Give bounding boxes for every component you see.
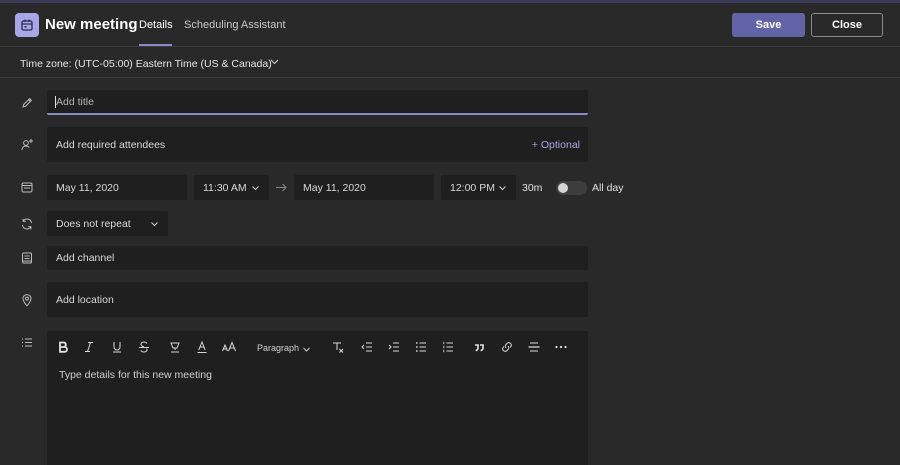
more-options-icon[interactable] <box>553 338 569 356</box>
underline-icon[interactable] <box>109 338 125 356</box>
details-editor[interactable]: Paragraph Type details for this new meet… <box>47 331 588 465</box>
horizontal-rule-icon[interactable] <box>526 338 542 356</box>
chevron-down-icon <box>150 219 159 228</box>
link-icon[interactable] <box>499 338 515 356</box>
duration-label: 30m <box>522 182 543 194</box>
close-button[interactable]: Close <box>811 13 883 37</box>
clear-formatting-icon[interactable] <box>330 338 346 356</box>
channel-placeholder: Add channel <box>56 252 115 264</box>
add-person-icon <box>20 138 34 152</box>
attendees-input[interactable]: Add required attendees + Optional <box>47 127 588 162</box>
chevron-down-icon <box>498 183 507 192</box>
numbered-list-icon[interactable] <box>440 338 456 356</box>
tab-details[interactable]: Details <box>139 19 173 31</box>
calendar-icon <box>20 180 34 194</box>
end-time-select[interactable]: 12:00 PM <box>441 175 516 200</box>
timezone-selector[interactable]: Time zone: (UTC-05:00) Eastern Time (US … <box>20 58 272 70</box>
increase-indent-icon[interactable] <box>386 338 402 356</box>
repeat-select[interactable]: Does not repeat <box>47 211 168 236</box>
text-caret <box>55 96 56 108</box>
bold-icon[interactable] <box>55 338 71 356</box>
save-button[interactable]: Save <box>732 13 805 37</box>
end-date-picker[interactable]: May 11, 2020 <box>294 175 434 200</box>
arrow-right-icon <box>275 181 288 194</box>
allday-toggle[interactable] <box>556 181 587 195</box>
active-tab-indicator <box>139 44 172 46</box>
italic-icon[interactable] <box>81 338 97 356</box>
repeat-value: Does not repeat <box>56 217 131 230</box>
timezone-bar: Time zone: (UTC-05:00) Eastern Time (US … <box>0 48 900 78</box>
strikethrough-icon[interactable] <box>136 338 152 356</box>
end-date-value: May 11, 2020 <box>303 181 366 194</box>
font-size-icon[interactable] <box>220 338 238 356</box>
start-date-picker[interactable]: May 11, 2020 <box>47 175 187 200</box>
location-placeholder: Add location <box>56 293 114 306</box>
start-time-value: 11:30 AM <box>203 181 247 194</box>
chevron-down-icon[interactable] <box>269 56 280 67</box>
chevron-down-icon <box>251 183 260 192</box>
end-time-value: 12:00 PM <box>450 181 495 194</box>
location-pin-icon <box>20 293 34 307</box>
start-date-value: May 11, 2020 <box>56 181 119 194</box>
meeting-header: New meeting Details Scheduling Assistant… <box>0 3 900 47</box>
channel-icon <box>20 251 34 265</box>
details-placeholder: Type details for this new meeting <box>59 369 212 381</box>
pencil-icon <box>20 96 34 110</box>
paragraph-style-label: Paragraph <box>257 343 300 353</box>
title-placeholder: Add title <box>56 95 94 108</box>
toggle-knob <box>558 183 568 193</box>
chevron-down-icon[interactable] <box>300 340 312 358</box>
optional-attendees-link[interactable]: + Optional <box>532 139 580 151</box>
allday-label: All day <box>592 182 624 194</box>
bulleted-list-icon[interactable] <box>413 338 429 356</box>
location-input[interactable]: Add location <box>47 282 588 317</box>
channel-input[interactable]: Add channel <box>47 246 588 270</box>
title-input[interactable]: Add title <box>47 90 588 115</box>
repeat-icon <box>20 217 34 231</box>
paragraph-style-select[interactable]: Paragraph <box>257 343 299 353</box>
attendees-placeholder: Add required attendees <box>56 138 166 151</box>
quote-icon[interactable] <box>471 338 487 356</box>
calendar-app-icon <box>15 13 39 37</box>
highlight-icon[interactable] <box>167 338 183 356</box>
page-title: New meeting <box>45 16 138 33</box>
details-list-icon <box>20 336 34 350</box>
tab-scheduling-assistant[interactable]: Scheduling Assistant <box>184 19 286 31</box>
font-color-icon[interactable] <box>194 338 210 356</box>
start-time-select[interactable]: 11:30 AM <box>194 175 269 200</box>
decrease-indent-icon[interactable] <box>359 338 375 356</box>
